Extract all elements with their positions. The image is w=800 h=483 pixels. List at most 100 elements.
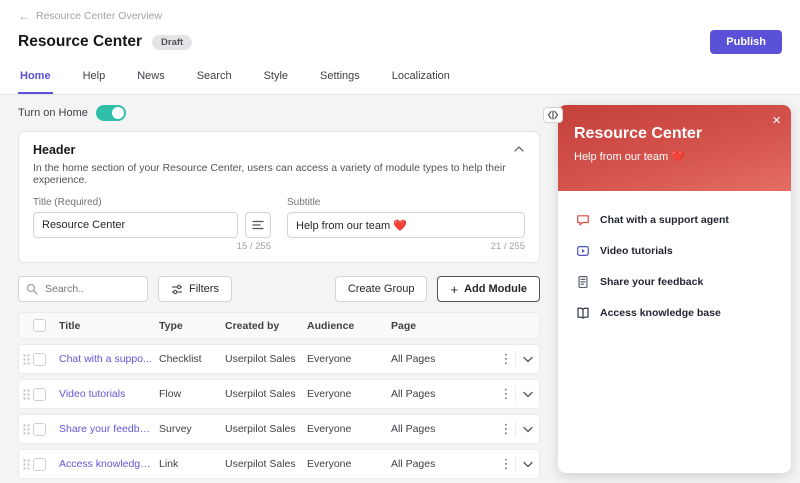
tab-news[interactable]: News bbox=[135, 64, 167, 94]
title-char-count: 15 / 255 bbox=[33, 241, 271, 252]
modules-toolbar: Filters Create Group + Add Module bbox=[18, 276, 540, 302]
back-arrow-icon[interactable]: ← bbox=[18, 9, 30, 23]
module-page: All Pages bbox=[391, 458, 497, 470]
chat-icon bbox=[576, 213, 590, 227]
row-expand-chevron-icon[interactable] bbox=[515, 386, 539, 402]
filters-button[interactable]: Filters bbox=[158, 276, 232, 302]
preview-title: Resource Center bbox=[574, 125, 775, 143]
preview-subtitle: Help from our team ❤️ bbox=[574, 150, 775, 163]
toggle-knob bbox=[112, 107, 124, 119]
preview-item-video[interactable]: Video tutorials bbox=[576, 244, 773, 258]
col-type: Type bbox=[159, 320, 225, 332]
drag-handle-icon[interactable] bbox=[19, 459, 33, 470]
home-toggle-label: Turn on Home bbox=[18, 107, 88, 119]
module-page: All Pages bbox=[391, 388, 497, 400]
module-page: All Pages bbox=[391, 423, 497, 435]
module-title-link[interactable]: Video tutorials bbox=[59, 388, 159, 400]
tab-help[interactable]: Help bbox=[81, 64, 108, 94]
row-menu-icon[interactable]: ⋮ bbox=[497, 351, 515, 367]
drag-handle-icon[interactable] bbox=[19, 354, 33, 365]
table-row: Video tutorials Flow Userpilot Sales Eve… bbox=[18, 379, 540, 409]
breadcrumb[interactable]: Resource Center Overview bbox=[36, 10, 162, 22]
panel-resize-handle-icon[interactable] bbox=[543, 107, 563, 123]
preview-header: × Resource Center Help from our team ❤️ bbox=[558, 105, 791, 191]
preview-panel: × Resource Center Help from our team ❤️ … bbox=[558, 105, 791, 473]
select-all-checkbox[interactable] bbox=[33, 319, 46, 332]
row-checkbox[interactable] bbox=[33, 458, 46, 471]
row-menu-icon[interactable]: ⋮ bbox=[497, 386, 515, 402]
text-format-button[interactable] bbox=[245, 212, 271, 238]
tab-search[interactable]: Search bbox=[195, 64, 234, 94]
add-module-button[interactable]: + Add Module bbox=[437, 276, 540, 302]
module-audience: Everyone bbox=[307, 353, 391, 365]
module-type: Checklist bbox=[159, 353, 225, 365]
video-icon bbox=[576, 244, 590, 258]
module-created-by: Userpilot Sales bbox=[225, 388, 307, 400]
module-audience: Everyone bbox=[307, 388, 391, 400]
tab-settings[interactable]: Settings bbox=[318, 64, 362, 94]
table-row: Access knowledge ... Link Userpilot Sale… bbox=[18, 449, 540, 479]
module-page: All Pages bbox=[391, 353, 497, 365]
module-audience: Everyone bbox=[307, 458, 391, 470]
tab-localization[interactable]: Localization bbox=[390, 64, 452, 94]
row-checkbox[interactable] bbox=[33, 353, 46, 366]
plus-icon: + bbox=[450, 283, 458, 296]
tab-bar: Home Help News Search Style Settings Loc… bbox=[18, 64, 782, 94]
close-icon[interactable]: × bbox=[772, 113, 781, 128]
header-card: Header In the home section of your Resou… bbox=[18, 131, 540, 263]
module-title-link[interactable]: Chat with a suppo... bbox=[59, 353, 159, 365]
main-area: Turn on Home Header In the home section … bbox=[0, 95, 800, 483]
title-field-label: Title (Required) bbox=[33, 197, 271, 208]
subtitle-field-label: Subtitle bbox=[287, 197, 525, 208]
feedback-icon bbox=[576, 275, 590, 289]
search-box bbox=[18, 276, 148, 302]
preview-item-chat[interactable]: Chat with a support agent bbox=[576, 213, 773, 227]
table-row: Chat with a suppo... Checklist Userpilot… bbox=[18, 344, 540, 374]
row-checkbox[interactable] bbox=[33, 423, 46, 436]
drag-handle-icon[interactable] bbox=[19, 424, 33, 435]
search-icon bbox=[26, 283, 38, 295]
module-created-by: Userpilot Sales bbox=[225, 458, 307, 470]
publish-button[interactable]: Publish bbox=[710, 30, 782, 54]
collapse-chevron-icon[interactable] bbox=[513, 144, 525, 156]
row-expand-chevron-icon[interactable] bbox=[515, 456, 539, 472]
module-audience: Everyone bbox=[307, 423, 391, 435]
row-expand-chevron-icon[interactable] bbox=[515, 421, 539, 437]
filter-icon bbox=[171, 284, 183, 295]
create-group-button[interactable]: Create Group bbox=[335, 276, 428, 302]
module-type: Flow bbox=[159, 388, 225, 400]
editor-column: Turn on Home Header In the home section … bbox=[0, 95, 554, 483]
header-card-description: In the home section of your Resource Cen… bbox=[33, 162, 525, 186]
col-audience: Audience bbox=[307, 320, 391, 332]
preview-item-knowledge-base[interactable]: Access knowledge base bbox=[576, 306, 773, 320]
app-window: ← Resource Center Overview Resource Cent… bbox=[0, 0, 800, 483]
book-icon bbox=[576, 306, 590, 320]
page-title: Resource Center bbox=[18, 33, 142, 51]
row-checkbox[interactable] bbox=[33, 388, 46, 401]
row-expand-chevron-icon[interactable] bbox=[515, 351, 539, 367]
col-page: Page bbox=[391, 320, 497, 332]
status-badge: Draft bbox=[152, 35, 192, 50]
col-created-by: Created by bbox=[225, 320, 307, 332]
module-title-link[interactable]: Access knowledge ... bbox=[59, 458, 159, 470]
home-toggle[interactable] bbox=[96, 105, 126, 121]
row-menu-icon[interactable]: ⋮ bbox=[497, 456, 515, 472]
preview-item-feedback[interactable]: Share your feedback bbox=[576, 275, 773, 289]
row-menu-icon[interactable]: ⋮ bbox=[497, 421, 515, 437]
col-title: Title bbox=[59, 320, 159, 332]
header-card-title: Header bbox=[33, 143, 75, 157]
tab-home[interactable]: Home bbox=[18, 64, 53, 94]
table-row: Share your feedba... Survey Userpilot Sa… bbox=[18, 414, 540, 444]
module-created-by: Userpilot Sales bbox=[225, 423, 307, 435]
preview-module-list: Chat with a support agent Video tutorial… bbox=[558, 191, 791, 342]
module-type: Survey bbox=[159, 423, 225, 435]
drag-handle-icon[interactable] bbox=[19, 389, 33, 400]
subtitle-input[interactable] bbox=[287, 212, 525, 238]
title-input[interactable] bbox=[33, 212, 238, 238]
modules-table: Title Type Created by Audience Page Chat… bbox=[18, 312, 540, 479]
tab-style[interactable]: Style bbox=[262, 64, 290, 94]
module-type: Link bbox=[159, 458, 225, 470]
module-title-link[interactable]: Share your feedba... bbox=[59, 423, 159, 435]
subtitle-char-count: 21 / 255 bbox=[287, 241, 525, 252]
table-header-row: Title Type Created by Audience Page bbox=[18, 312, 540, 339]
